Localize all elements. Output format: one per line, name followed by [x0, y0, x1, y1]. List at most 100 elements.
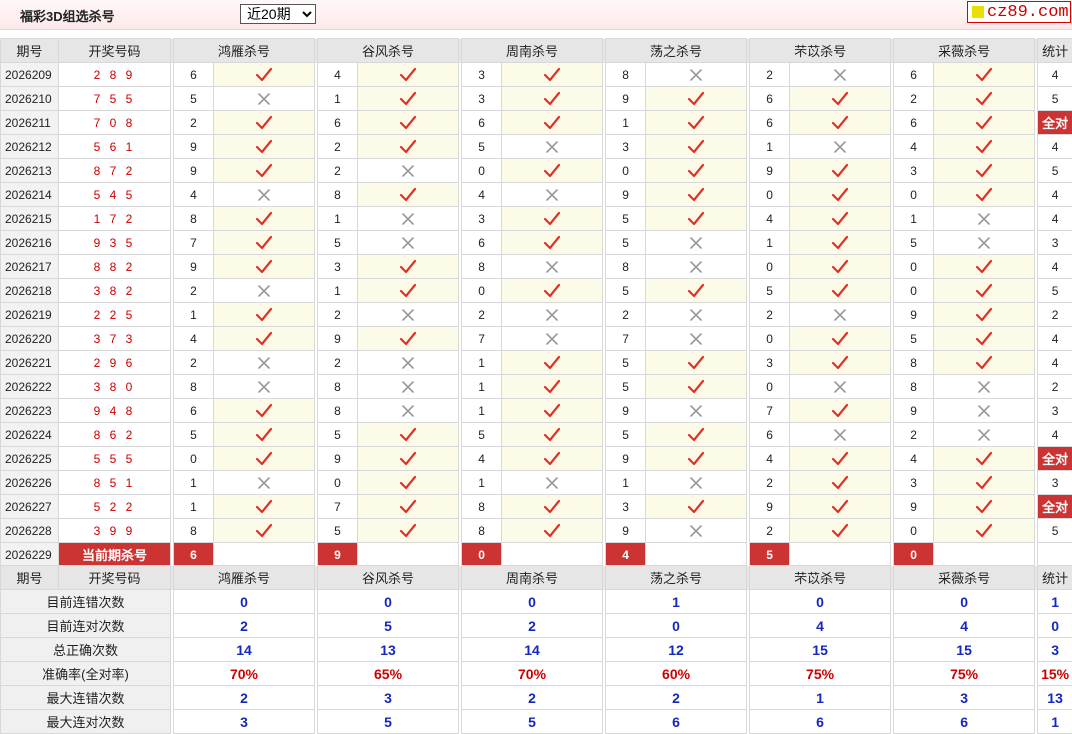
kill-number: 8	[606, 63, 646, 87]
cross-icon	[255, 379, 273, 395]
kill-result	[934, 471, 1035, 495]
check-icon	[399, 523, 417, 539]
table-row: 20262151 7 28135414	[1, 207, 1072, 231]
kill-result	[934, 135, 1035, 159]
row-stat: 4	[1038, 63, 1072, 87]
kill-number: 6	[750, 87, 790, 111]
kill-result	[502, 87, 603, 111]
kill-result	[790, 495, 891, 519]
kill-result	[502, 111, 603, 135]
check-icon	[399, 115, 417, 131]
current-kill-blank	[358, 543, 459, 567]
kill-result	[934, 375, 1035, 399]
cross-icon	[543, 187, 561, 203]
stats-total: 1	[1038, 590, 1072, 614]
current-kill-number: 4	[606, 543, 646, 567]
stats-row: 准确率(全对率)70%65%70%60%75%75%15%	[1, 662, 1072, 686]
statistics-table: 期号开奖号码鸿雁杀号谷风杀号周南杀号荡之杀号芣苡杀号采薇杀号统计目前连错次数00…	[0, 565, 1072, 734]
period-cell: 2026213	[1, 159, 59, 183]
stats-total: 15%	[1038, 662, 1072, 686]
check-icon	[975, 187, 993, 203]
check-icon	[255, 115, 273, 131]
kill-number: 6	[894, 63, 934, 87]
kill-result	[790, 423, 891, 447]
stats-value: 70%	[174, 662, 315, 686]
stats-total: 0	[1038, 614, 1072, 638]
header-expert: 芣苡杀号	[750, 566, 891, 590]
check-icon	[399, 475, 417, 491]
kill-number: 1	[174, 303, 214, 327]
kill-result	[358, 495, 459, 519]
kill-number: 1	[462, 375, 502, 399]
kill-number: 9	[606, 447, 646, 471]
stats-total: 13	[1038, 686, 1072, 710]
kill-result	[934, 519, 1035, 543]
kill-number: 5	[174, 423, 214, 447]
kill-result	[502, 303, 603, 327]
row-stat: 3	[1038, 231, 1072, 255]
kill-number: 0	[174, 447, 214, 471]
kill-number: 3	[462, 207, 502, 231]
check-icon	[687, 211, 705, 227]
kill-result	[502, 447, 603, 471]
kill-result	[934, 399, 1035, 423]
kill-number: 1	[894, 207, 934, 231]
site-logo[interactable]: cz89.com	[967, 1, 1071, 23]
row-stat: 5	[1038, 519, 1072, 543]
period-cell: 2026228	[1, 519, 59, 543]
period-cell: 2026217	[1, 255, 59, 279]
kill-number: 9	[606, 519, 646, 543]
kill-result	[646, 159, 747, 183]
row-stat: 5	[1038, 279, 1072, 303]
stats-row: 最大连错次数23221313	[1, 686, 1072, 710]
row-stat: 4	[1038, 183, 1072, 207]
kill-number: 9	[606, 183, 646, 207]
check-icon	[543, 379, 561, 395]
stats-value: 0	[174, 590, 315, 614]
kill-result	[646, 399, 747, 423]
kill-number: 1	[174, 471, 214, 495]
kill-number: 9	[750, 495, 790, 519]
stats-value: 1	[606, 590, 747, 614]
kill-result	[358, 231, 459, 255]
check-icon	[543, 355, 561, 371]
cross-icon	[975, 211, 993, 227]
kill-number: 4	[750, 207, 790, 231]
header-period: 期号	[1, 39, 59, 63]
kill-number-table: 期号开奖号码鸿雁杀号谷风杀号周南杀号荡之杀号芣苡杀号采薇杀号统计20262092…	[0, 38, 1072, 567]
kill-result	[646, 207, 747, 231]
kill-result	[502, 471, 603, 495]
cross-icon	[399, 235, 417, 251]
kill-number: 1	[174, 495, 214, 519]
stats-label: 总正确次数	[1, 638, 171, 662]
check-icon	[255, 307, 273, 323]
check-icon	[543, 499, 561, 515]
kill-number: 2	[750, 63, 790, 87]
kill-result	[646, 495, 747, 519]
stats-value: 75%	[894, 662, 1035, 686]
kill-number: 8	[462, 519, 502, 543]
stats-label: 目前连错次数	[1, 590, 171, 614]
check-icon	[255, 331, 273, 347]
kill-result	[214, 63, 315, 87]
row-stat: 4	[1038, 207, 1072, 231]
check-icon	[687, 355, 705, 371]
cross-icon	[255, 475, 273, 491]
kill-result	[790, 351, 891, 375]
check-icon	[831, 187, 849, 203]
check-icon	[831, 331, 849, 347]
kill-number: 3	[462, 63, 502, 87]
kill-result	[502, 63, 603, 87]
cross-icon	[399, 379, 417, 395]
header-winning: 开奖号码	[59, 566, 171, 590]
period-cell: 2026211	[1, 111, 59, 135]
check-icon	[255, 523, 273, 539]
kill-result	[646, 519, 747, 543]
kill-number: 8	[174, 375, 214, 399]
cross-icon	[399, 355, 417, 371]
header-expert: 荡之杀号	[606, 39, 747, 63]
cross-icon	[255, 187, 273, 203]
period-range-select[interactable]: 近20期	[240, 4, 316, 24]
kill-result	[214, 159, 315, 183]
kill-number: 6	[174, 63, 214, 87]
